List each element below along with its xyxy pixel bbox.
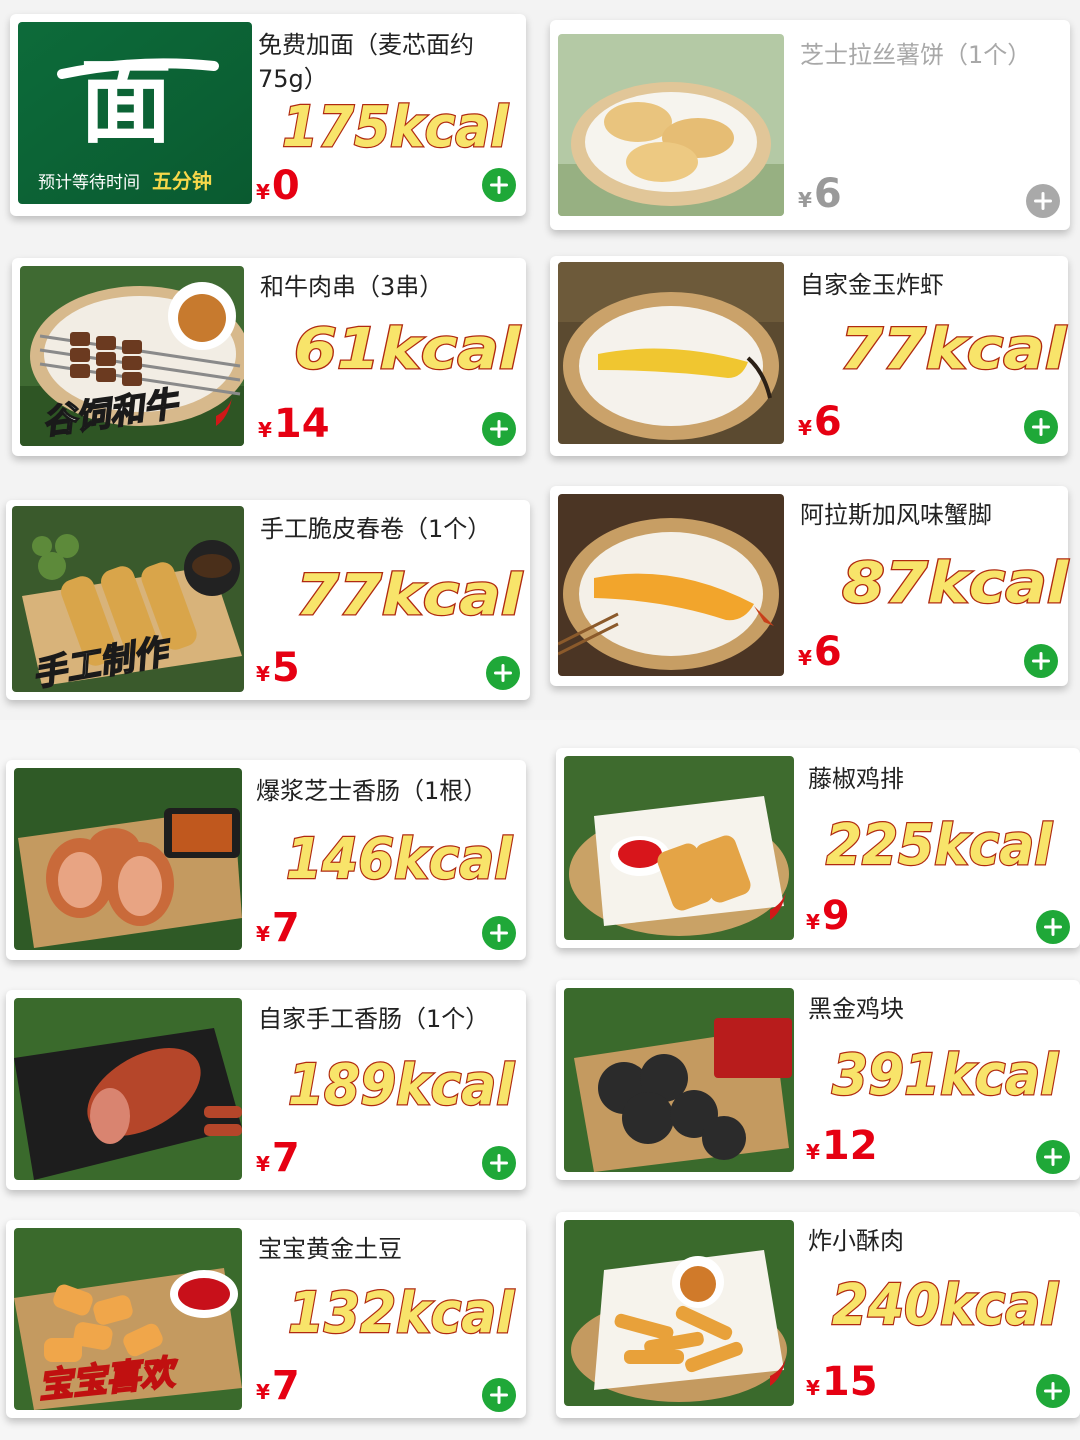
svg-text:61kcal: 61kcal xyxy=(294,317,521,382)
kcal-label: 175kcal xyxy=(281,92,512,162)
svg-text:87kcal: 87kcal xyxy=(842,551,1069,616)
item-price: ¥5 xyxy=(256,645,300,691)
crispy-pork-image xyxy=(564,1220,794,1406)
add-to-cart-button[interactable] xyxy=(1024,410,1058,444)
svg-text:225kcal: 225kcal xyxy=(826,813,1053,878)
menu-item-card[interactable]: 阿拉斯加风味蟹脚 87kcal ¥6 xyxy=(550,486,1070,686)
add-to-cart-button[interactable] xyxy=(1036,1374,1070,1408)
chicken-cutlet-image xyxy=(564,756,794,940)
item-price: ¥7 xyxy=(256,1363,300,1409)
add-to-cart-button[interactable] xyxy=(482,916,516,950)
menu-item-card[interactable]: 面 预计等待时间 五分钟 免费加面（麦芯面约75g） 175kcal ¥0 xyxy=(10,14,526,216)
menu-item-card[interactable]: 爆浆芝士香肠（1根） 146kcal ¥7 xyxy=(6,760,526,960)
add-to-cart-button[interactable] xyxy=(482,1146,516,1180)
potato-cake-image xyxy=(558,34,784,216)
kcal-label: 146kcal xyxy=(285,824,516,894)
item-price: ¥6 xyxy=(798,399,842,445)
golden-potato-image: 宝宝喜欢 xyxy=(14,1228,242,1410)
kcal-label: 61kcal xyxy=(293,314,524,384)
item-name: 芝士拉丝薯饼（1个） xyxy=(800,41,1032,69)
item-price: ¥7 xyxy=(256,905,300,951)
svg-text:189kcal: 189kcal xyxy=(288,1053,515,1118)
menu-item-card[interactable]: 炸小酥肉 240kcal ¥15 xyxy=(556,1212,1080,1418)
cheese-sausage-image xyxy=(14,768,242,950)
add-to-cart-button[interactable] xyxy=(1036,1140,1070,1174)
item-price: ¥0 xyxy=(256,163,300,209)
wait-time-value: 五分钟 xyxy=(152,169,212,193)
svg-text:146kcal: 146kcal xyxy=(286,827,513,892)
item-name: 炸小酥肉 xyxy=(808,1227,904,1255)
item-name: 手工脆皮春卷（1个） xyxy=(260,515,492,543)
kcal-label: 87kcal xyxy=(841,548,1072,618)
menu-item-card[interactable]: 自家金玉炸虾 77kcal ¥6 xyxy=(550,256,1068,456)
kcal-label: 225kcal xyxy=(825,810,1056,880)
menu-item-card[interactable]: 谷饲和牛 和牛肉串（3串） 61kcal ¥14 xyxy=(12,258,526,456)
kcal-label: 77kcal xyxy=(295,560,526,630)
svg-text:77kcal: 77kcal xyxy=(296,563,523,628)
item-name: 藤椒鸡排 xyxy=(808,765,904,793)
add-to-cart-button[interactable] xyxy=(482,168,516,202)
add-to-cart-button[interactable] xyxy=(482,412,516,446)
item-name: 和牛肉串（3串） xyxy=(260,273,444,301)
item-price: ¥15 xyxy=(806,1359,878,1405)
spring-roll-image: 手工制作 xyxy=(12,506,244,692)
menu-item-card[interactable]: 宝宝喜欢 宝宝黄金土豆 132kcal ¥7 xyxy=(6,1220,526,1418)
kcal-label: 132kcal xyxy=(287,1278,518,1348)
item-price: ¥9 xyxy=(806,893,850,939)
item-name: 自家手工香肠（1个） xyxy=(258,1005,490,1033)
item-name: 免费加面（麦芯面约75g） xyxy=(258,31,474,93)
item-price: ¥7 xyxy=(256,1135,300,1181)
kcal-label: 391kcal xyxy=(831,1040,1062,1110)
item-name: 阿拉斯加风味蟹脚 xyxy=(800,501,992,529)
menu-item-card[interactable]: 黑金鸡块 391kcal ¥12 xyxy=(556,980,1080,1180)
add-to-cart-button-disabled[interactable] xyxy=(1026,184,1060,218)
crab-leg-image xyxy=(558,494,784,676)
menu-item-card[interactable]: 手工制作 手工脆皮春卷（1个） 77kcal ¥5 xyxy=(6,500,530,700)
kcal-label: 240kcal xyxy=(831,1270,1062,1340)
item-name: 自家金玉炸虾 xyxy=(800,271,944,299)
item-price: ¥12 xyxy=(806,1123,878,1169)
item-name: 宝宝黄金土豆 xyxy=(258,1235,402,1263)
wagyu-skewer-image: 谷饲和牛 xyxy=(20,266,244,446)
svg-text:175kcal: 175kcal xyxy=(282,95,509,160)
kcal-label: 189kcal xyxy=(287,1050,518,1120)
noodle-logo-image: 面 预计等待时间 五分钟 xyxy=(18,22,252,204)
menu-item-card[interactable]: 自家手工香肠（1个） 189kcal ¥7 xyxy=(6,990,526,1190)
kcal-label: 77kcal xyxy=(839,314,1070,384)
add-to-cart-button[interactable] xyxy=(482,1378,516,1412)
svg-text:391kcal: 391kcal xyxy=(832,1043,1059,1108)
fried-shrimp-image xyxy=(558,262,784,444)
menu-item-card[interactable]: 藤椒鸡排 225kcal ¥9 xyxy=(556,748,1080,948)
item-name: 爆浆芝士香肠（1根） xyxy=(256,777,488,805)
item-name: 黑金鸡块 xyxy=(808,995,904,1023)
svg-text:132kcal: 132kcal xyxy=(288,1281,515,1346)
svg-text:240kcal: 240kcal xyxy=(832,1273,1059,1338)
svg-text:77kcal: 77kcal xyxy=(840,317,1067,382)
homemade-sausage-image xyxy=(14,998,242,1180)
menu-item-card-disabled[interactable]: 芝士拉丝薯饼（1个） ¥6 xyxy=(550,20,1070,230)
wait-time-label: 预计等待时间 xyxy=(38,173,140,193)
add-to-cart-button[interactable] xyxy=(1024,644,1058,678)
item-price: ¥6 xyxy=(798,171,842,217)
black-nugget-image xyxy=(564,988,794,1172)
add-to-cart-button[interactable] xyxy=(1036,910,1070,944)
item-price: ¥14 xyxy=(258,401,330,447)
item-price: ¥6 xyxy=(798,629,842,675)
add-to-cart-button[interactable] xyxy=(486,656,520,690)
